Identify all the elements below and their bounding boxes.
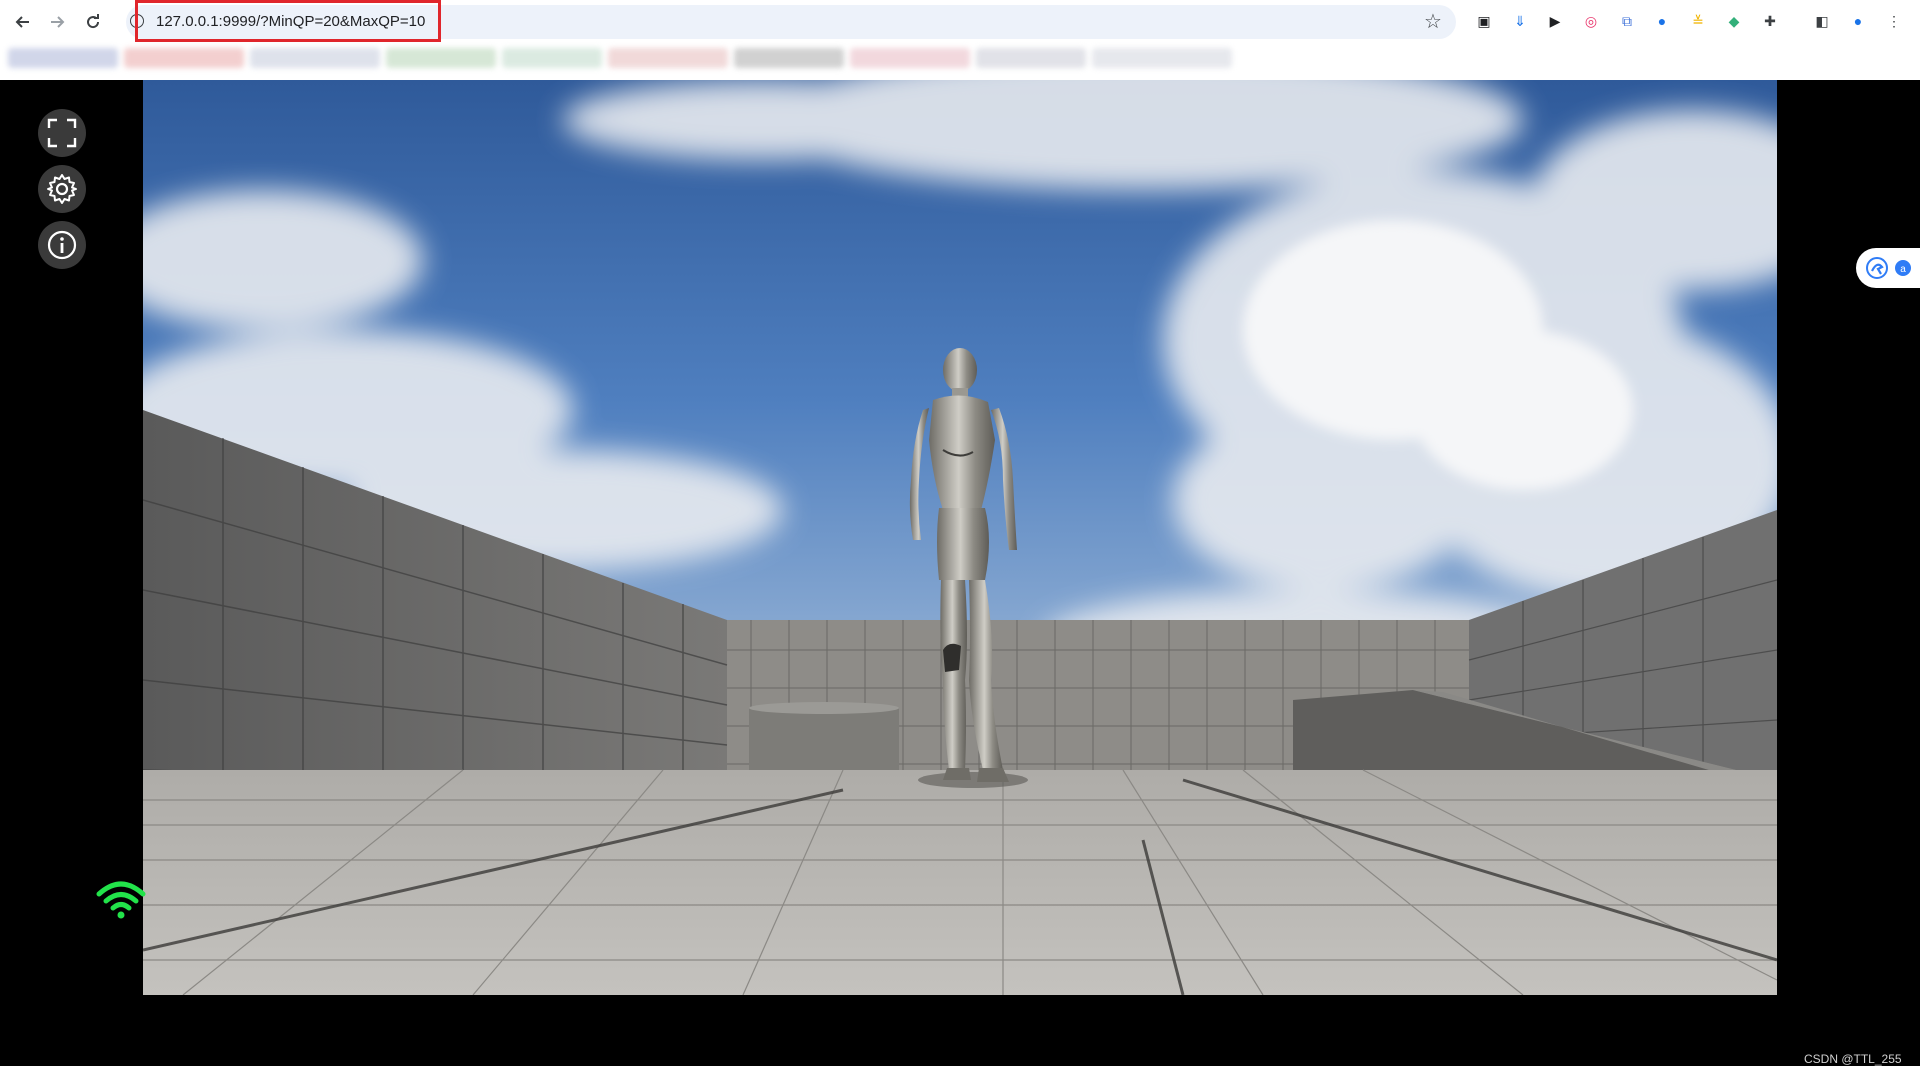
bookmark-item[interactable]	[8, 48, 118, 68]
ext-6-icon[interactable]: ●	[1652, 11, 1672, 31]
fullscreen-button[interactable]	[38, 109, 86, 157]
bookmark-item[interactable]	[976, 48, 1086, 68]
ext-4-icon[interactable]: ◎	[1581, 11, 1601, 31]
bookmark-item[interactable]	[734, 48, 844, 68]
side-panel-icon[interactable]: ◧	[1812, 11, 1832, 31]
connection-strength-icon[interactable]	[96, 880, 146, 920]
bookmark-item[interactable]	[386, 48, 496, 68]
url-highlight-box	[135, 0, 441, 42]
settings-button[interactable]	[38, 165, 86, 213]
info-icon	[47, 230, 77, 260]
bookmark-item[interactable]	[502, 48, 602, 68]
pixel-streaming-page: a CSDN @TTL_255	[0, 80, 1920, 1066]
reload-button[interactable]	[80, 9, 106, 35]
svg-text:a: a	[1900, 264, 1906, 275]
ext-1-icon[interactable]: ▣	[1474, 11, 1494, 31]
arrow-right-icon	[51, 16, 65, 28]
gear-icon	[47, 174, 77, 204]
bookmark-item[interactable]	[124, 48, 244, 68]
translate-icon[interactable]: a	[1894, 259, 1912, 277]
floating-assistant-widget[interactable]: a	[1856, 248, 1920, 288]
bookmark-star-icon[interactable]: ☆	[1424, 9, 1442, 34]
back-button[interactable]	[10, 9, 36, 35]
ext-8-icon[interactable]: ◆	[1724, 11, 1744, 31]
video-stream[interactable]	[143, 80, 1777, 995]
ext-2-icon[interactable]: ⇓	[1510, 11, 1530, 31]
bookmark-item[interactable]	[1092, 48, 1232, 68]
watermark-text: CSDN @TTL_255	[1804, 1052, 1902, 1066]
ext-7-icon[interactable]: ≚	[1688, 11, 1708, 31]
game-scene[interactable]	[143, 80, 1777, 995]
ext-3-icon[interactable]: ▶	[1545, 11, 1565, 31]
profile-avatar-icon[interactable]: ●	[1848, 11, 1868, 31]
bookmark-item[interactable]	[850, 48, 970, 68]
extensions-puzzle-icon[interactable]: ✚	[1760, 11, 1780, 31]
ext-5-icon[interactable]: ⧉	[1617, 11, 1637, 31]
arrow-left-icon	[15, 16, 29, 28]
bookmarks-bar	[8, 48, 1376, 72]
browser-menu-icon[interactable]: ⋮	[1884, 11, 1904, 31]
info-button[interactable]	[38, 221, 86, 269]
reload-icon	[87, 14, 100, 29]
bookmark-item[interactable]	[608, 48, 728, 68]
forward-button[interactable]	[44, 9, 70, 35]
fullscreen-icon	[47, 118, 77, 148]
bookmark-item[interactable]	[250, 48, 380, 68]
assistant-icon[interactable]	[1866, 257, 1888, 279]
browser-toolbar: i 127.0.0.1:9999/?MinQP=20&MaxQP=10 ☆ ▣ ⇓…	[0, 0, 1920, 80]
